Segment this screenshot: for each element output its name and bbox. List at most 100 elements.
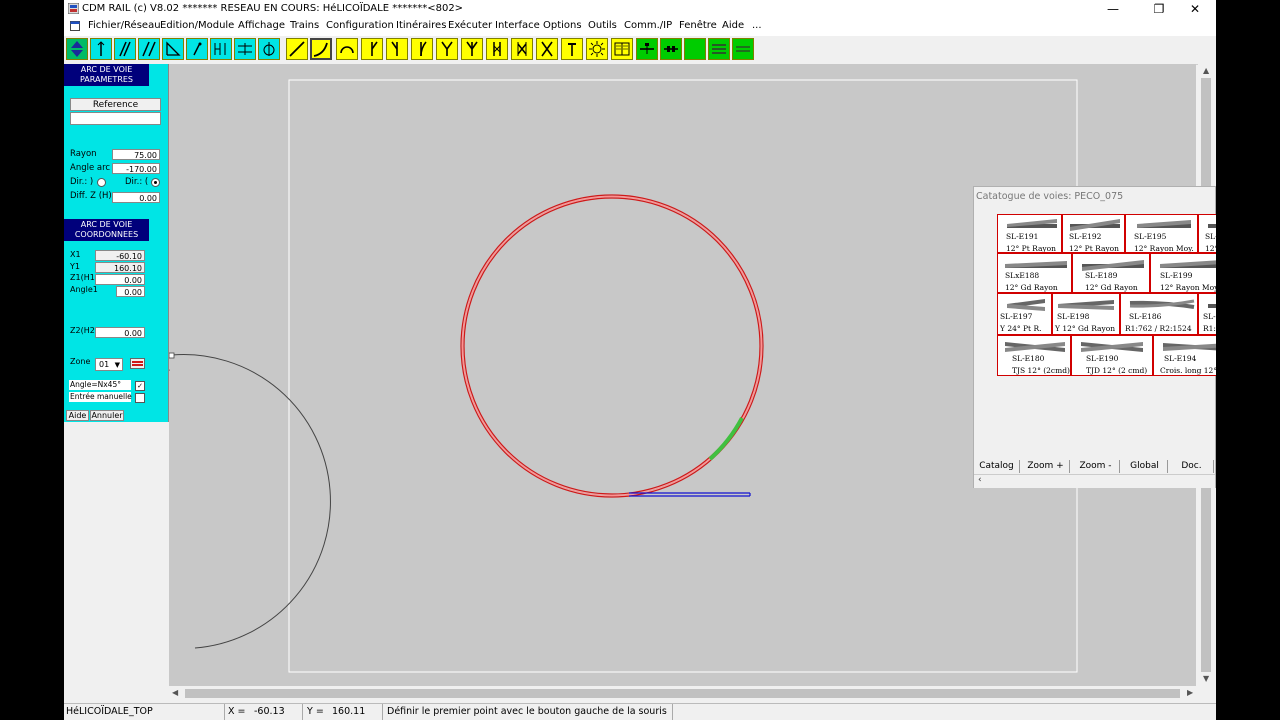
z1-input[interactable]: 0.00 [95, 274, 145, 285]
double-slip-tool-icon[interactable] [486, 38, 508, 60]
z2-input[interactable]: 0.00 [95, 327, 145, 338]
angle-arc-input[interactable]: -170.00 [112, 163, 160, 174]
scroll-left-icon[interactable]: ◀ [172, 688, 178, 697]
layers-tool-icon[interactable] [708, 38, 730, 60]
signal-tool-icon[interactable] [586, 38, 608, 60]
catalog-item[interactable]: SL-E195 12° Rayon Moy. [1125, 214, 1198, 253]
menu-aide[interactable]: Aide [722, 20, 744, 31]
dir-left-radio[interactable] [97, 178, 106, 187]
rail-lines-tool-icon[interactable] [732, 38, 754, 60]
y1-label: Y1 [70, 262, 80, 271]
entree-manuelle-checkbox[interactable] [135, 393, 145, 403]
catalog-item[interactable]: SL-E190 TJD 12° (2 cmd) [1071, 335, 1153, 376]
scroll-down-icon[interactable]: ▼ [1203, 674, 1209, 683]
y-coordinate: 160.11 [332, 706, 366, 717]
menu-fichier[interactable]: Fichier/Réseau [88, 20, 161, 31]
track-vertical-tool-icon[interactable] [90, 38, 112, 60]
crossing-icon [1163, 343, 1216, 351]
buffer-stop-tool-icon[interactable] [561, 38, 583, 60]
loop-track-tool-icon[interactable] [336, 38, 358, 60]
z1-label: Z1(H1) [70, 273, 98, 282]
detector-tool-icon[interactable] [660, 38, 682, 60]
crossing-tool-icon[interactable] [536, 38, 558, 60]
menu-trains[interactable]: Trains [290, 20, 319, 31]
scissors-crossing-tool-icon[interactable] [511, 38, 533, 60]
menu-affichage[interactable]: Affichage [238, 20, 285, 31]
curved-turnout-tool-icon[interactable] [411, 38, 433, 60]
angle-tool-icon[interactable] [162, 38, 184, 60]
menu-configuration[interactable]: Configuration [326, 20, 394, 31]
catalog-item[interactable]: SL-E198 Y 12° Gd Rayon [1052, 293, 1120, 335]
parallel-track-tool-icon[interactable] [138, 38, 160, 60]
catalog-horizontal-scrollbar[interactable]: ‹ [974, 474, 1215, 488]
restore-icon[interactable]: ❐ [1142, 0, 1176, 18]
reference-input[interactable] [70, 112, 161, 125]
block-section-tool-icon[interactable] [636, 38, 658, 60]
menu-outils[interactable]: Outils [588, 20, 617, 31]
height-tool-icon[interactable] [210, 38, 232, 60]
bridge-tool-icon[interactable] [234, 38, 256, 60]
annuler-button[interactable]: Annuler [90, 410, 124, 421]
menu-more[interactable]: ... [752, 20, 762, 31]
angle-nx-checkbox[interactable]: ✓ [135, 381, 145, 391]
catalog-item[interactable]: SL-E191 12° Pt Rayon [997, 214, 1062, 253]
turnout-left-tool-icon[interactable] [386, 38, 408, 60]
horizontal-scroll-thumb[interactable] [185, 689, 1180, 698]
catalog-item[interactable]: SL-E197 Y 24° Pt R. [997, 293, 1052, 335]
turntable-tool-icon[interactable] [258, 38, 280, 60]
catalog-item[interactable]: SL-E180 TJS 12° (2cmd) [997, 335, 1071, 376]
zone-label: Zone [70, 357, 91, 366]
menu-fenetre[interactable]: Fenêtre [679, 20, 717, 31]
dir-right-radio[interactable] [151, 178, 160, 187]
catalog-item[interactable]: SL-E 12° [1198, 214, 1216, 253]
turnout-right-tool-icon[interactable] [361, 38, 383, 60]
curved-track-tool-icon[interactable] [310, 38, 332, 60]
green-zone-tool-icon[interactable] [684, 38, 706, 60]
diffz-input[interactable]: 0.00 [112, 192, 160, 203]
menu-comm-ip[interactable]: Comm./IP [624, 20, 672, 31]
menu-options[interactable]: Options [543, 20, 582, 31]
wye-turnout-tool-icon[interactable] [436, 38, 458, 60]
catalog-item[interactable]: SL-E192 12° Pt Rayon [1062, 214, 1125, 253]
close-icon[interactable]: ✕ [1178, 0, 1212, 18]
menu-interface[interactable]: Interface [495, 20, 540, 31]
catalog-item[interactable]: SL-E186 R1:762 / R2:1524 [1120, 293, 1198, 335]
point-tool-icon[interactable] [186, 38, 208, 60]
x1-label: X1 [70, 250, 81, 259]
catalog-book-tool-icon[interactable] [611, 38, 633, 60]
scroll-up-icon[interactable]: ▲ [1203, 66, 1209, 75]
menu-itineraires[interactable]: Itinéraires [396, 20, 446, 31]
select-tool-icon[interactable] [66, 38, 88, 60]
rayon-input[interactable]: 75.00 [112, 149, 160, 160]
straight-track-tool-icon[interactable] [286, 38, 308, 60]
entree-manuelle-label: Entrée manuelle [70, 392, 132, 401]
title-bar: CDM RAIL (c) V8.02 ******* RESEAU EN COU… [64, 0, 1216, 18]
layer-name: HéLICOÏDALE_TOP [66, 706, 153, 717]
window-title: CDM RAIL (c) V8.02 ******* RESEAU EN COU… [82, 3, 464, 14]
turnout-icon [1137, 220, 1191, 228]
catalog-item[interactable]: SL- R1: [1198, 293, 1216, 335]
mdi-child-icon[interactable] [70, 21, 80, 31]
menu-edition[interactable]: Edition/Module [160, 20, 234, 31]
catalog-button[interactable]: Catalog [974, 460, 1020, 473]
catalog-item[interactable]: SLxE188 12° Gd Rayon [997, 253, 1072, 293]
zoom-in-button[interactable]: Zoom + [1022, 460, 1070, 473]
horizontal-scrollbar[interactable]: ◀ ▶ [169, 686, 1198, 702]
doc-button[interactable]: Doc. [1170, 460, 1214, 473]
catalog-item[interactable]: SL-E189 12° Gd Rayon [1072, 253, 1150, 293]
zone-color-button[interactable] [130, 358, 145, 369]
scroll-left-icon[interactable]: ‹ [978, 475, 982, 485]
zone-select[interactable]: 01 ▼ [95, 358, 123, 371]
catalog-item[interactable]: SL-E194 Crois. long 12° [1153, 335, 1216, 376]
minimize-icon[interactable]: — [1096, 0, 1130, 18]
catalog-item[interactable]: SL-E199 12° Rayon Moy. [1150, 253, 1216, 293]
scroll-right-icon[interactable]: ▶ [1187, 688, 1193, 697]
zoom-out-button[interactable]: Zoom - [1072, 460, 1120, 473]
three-way-turnout-tool-icon[interactable] [461, 38, 483, 60]
aide-button[interactable]: Aide [66, 410, 89, 421]
x-label: X = [228, 706, 246, 717]
double-track-tool-icon[interactable] [114, 38, 136, 60]
menu-executer[interactable]: Exécuter [448, 20, 492, 31]
global-button[interactable]: Global [1122, 460, 1168, 473]
angle1-input[interactable]: 0.00 [116, 286, 145, 297]
